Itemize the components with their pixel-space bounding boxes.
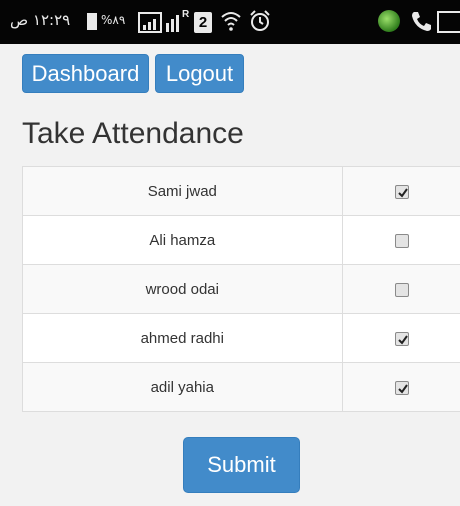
table-row: Ali hamza: [22, 215, 460, 265]
alarm-icon: [248, 9, 272, 38]
table-row: ahmed radhi: [22, 313, 460, 363]
wifi-icon: [221, 9, 241, 38]
attendance-cell: [341, 362, 460, 412]
dashboard-button[interactable]: Dashboard: [22, 54, 149, 93]
attendance-checkbox[interactable]: [394, 380, 409, 395]
table-row: Sami jwad: [22, 166, 460, 216]
attendance-checkbox[interactable]: [394, 331, 409, 346]
attendance-checkbox[interactable]: [394, 184, 409, 199]
sim-2-icon: 2: [194, 12, 212, 33]
attendance-checkbox[interactable]: [394, 233, 409, 248]
attendance-cell: [341, 166, 460, 216]
battery-percent: %٨٩: [101, 13, 126, 27]
status-bar: ١٢:٢٩ ص %٨٩ R 2: [0, 0, 460, 44]
student-name: Sami jwad: [22, 166, 343, 216]
table-row: adil yahia: [22, 362, 460, 412]
logout-button[interactable]: Logout: [155, 54, 244, 93]
submit-button[interactable]: Submit: [183, 437, 300, 493]
app-notification-icon: [378, 10, 400, 32]
signal-strength-icon: [138, 12, 162, 33]
battery-icon: [87, 13, 97, 30]
student-name: Ali hamza: [22, 215, 343, 265]
status-time: ١٢:٢٩ ص: [10, 11, 71, 29]
student-name: ahmed radhi: [22, 313, 343, 363]
student-name: adil yahia: [22, 362, 343, 412]
page-title: Take Attendance: [22, 117, 244, 150]
phone-call-icon: [410, 9, 432, 38]
table-row: wrood odai: [22, 264, 460, 314]
student-name: wrood odai: [22, 264, 343, 314]
attendance-checkbox[interactable]: [394, 282, 409, 297]
attendance-table: Sami jwad Ali hamza wrood odai ahmed radhi a…: [22, 166, 460, 412]
gallery-notification-icon: [437, 11, 460, 33]
roaming-signal-icon: R: [166, 9, 192, 33]
attendance-cell: [341, 215, 460, 265]
attendance-cell: [341, 313, 460, 363]
attendance-cell: [341, 264, 460, 314]
